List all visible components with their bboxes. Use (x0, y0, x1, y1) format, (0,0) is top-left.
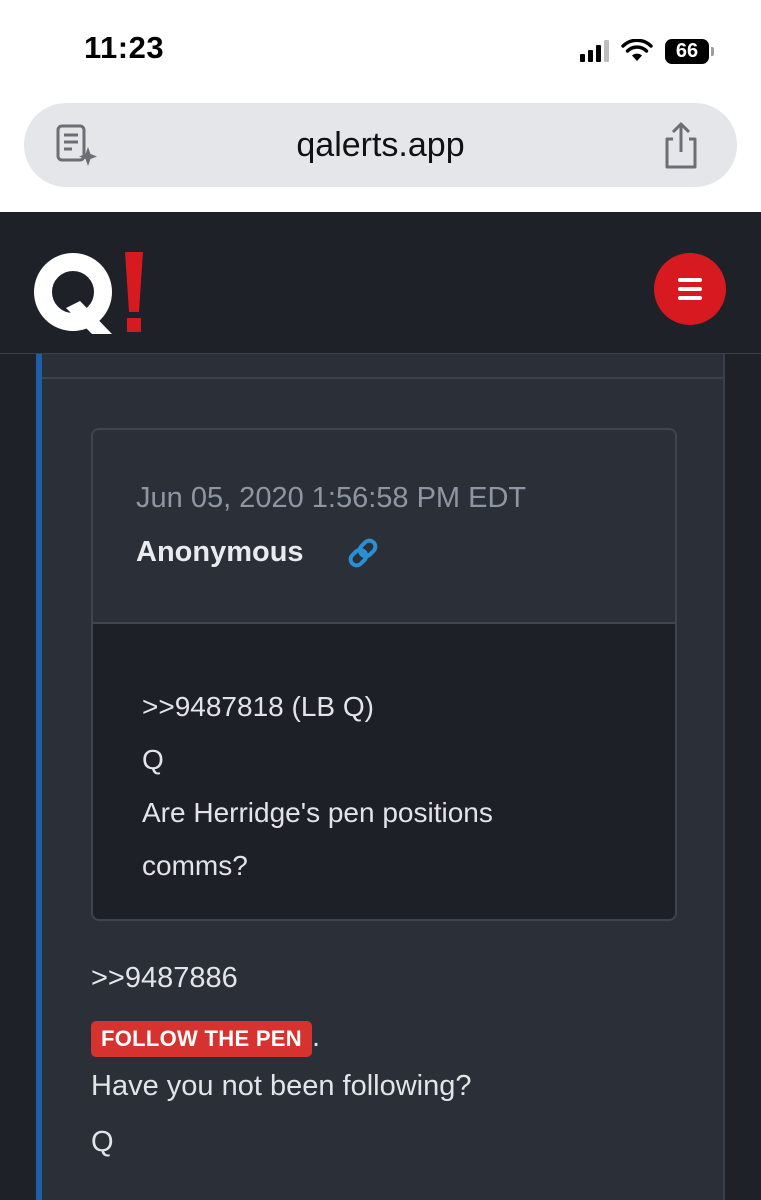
status-icons: 66 (580, 36, 714, 66)
quoted-line[interactable]: >>9487818 (LB Q) (142, 680, 493, 733)
post-line: Have you not been following? (91, 1070, 472, 1102)
status-time: 11:23 (84, 30, 165, 65)
quoted-post-header: Jun 05, 2020 1:56:58 PM EDT Anonymous (93, 430, 675, 624)
highlight-suffix: . (311, 1021, 321, 1053)
share-icon[interactable] (659, 121, 703, 171)
post-line: Q (91, 1126, 114, 1158)
post-author: Anonymous (136, 536, 304, 568)
divider (42, 377, 723, 379)
quoted-line: comms? (142, 850, 248, 881)
q-logo[interactable] (32, 246, 152, 346)
browser-chrome: 11:23 66 qalerts.app (0, 0, 761, 212)
link-icon[interactable] (346, 536, 380, 570)
address-bar[interactable]: qalerts.app (24, 103, 737, 187)
wifi-icon (621, 39, 653, 61)
quoted-line: Q (142, 744, 164, 775)
menu-button[interactable] (654, 253, 726, 325)
highlight-line: FOLLOW THE PEN. (91, 1021, 320, 1057)
reply-reference[interactable]: >>9487886 (91, 962, 238, 995)
quoted-line: Are Herridge's pen positions (142, 797, 493, 828)
panel-accent-bar (36, 354, 42, 1200)
post-timestamp: Jun 05, 2020 1:56:58 PM EDT (136, 482, 527, 514)
quoted-post-card: Jun 05, 2020 1:56:58 PM EDT Anonymous >>… (91, 428, 677, 921)
site-header (0, 212, 761, 354)
cellular-signal-icon (580, 40, 609, 62)
battery-indicator: 66 (665, 38, 714, 64)
url-text[interactable]: qalerts.app (24, 103, 737, 187)
highlight-badge: FOLLOW THE PEN (91, 1021, 312, 1057)
quoted-post-body: >>9487818 (LB Q) Q Are Herridge's pen po… (142, 680, 493, 892)
